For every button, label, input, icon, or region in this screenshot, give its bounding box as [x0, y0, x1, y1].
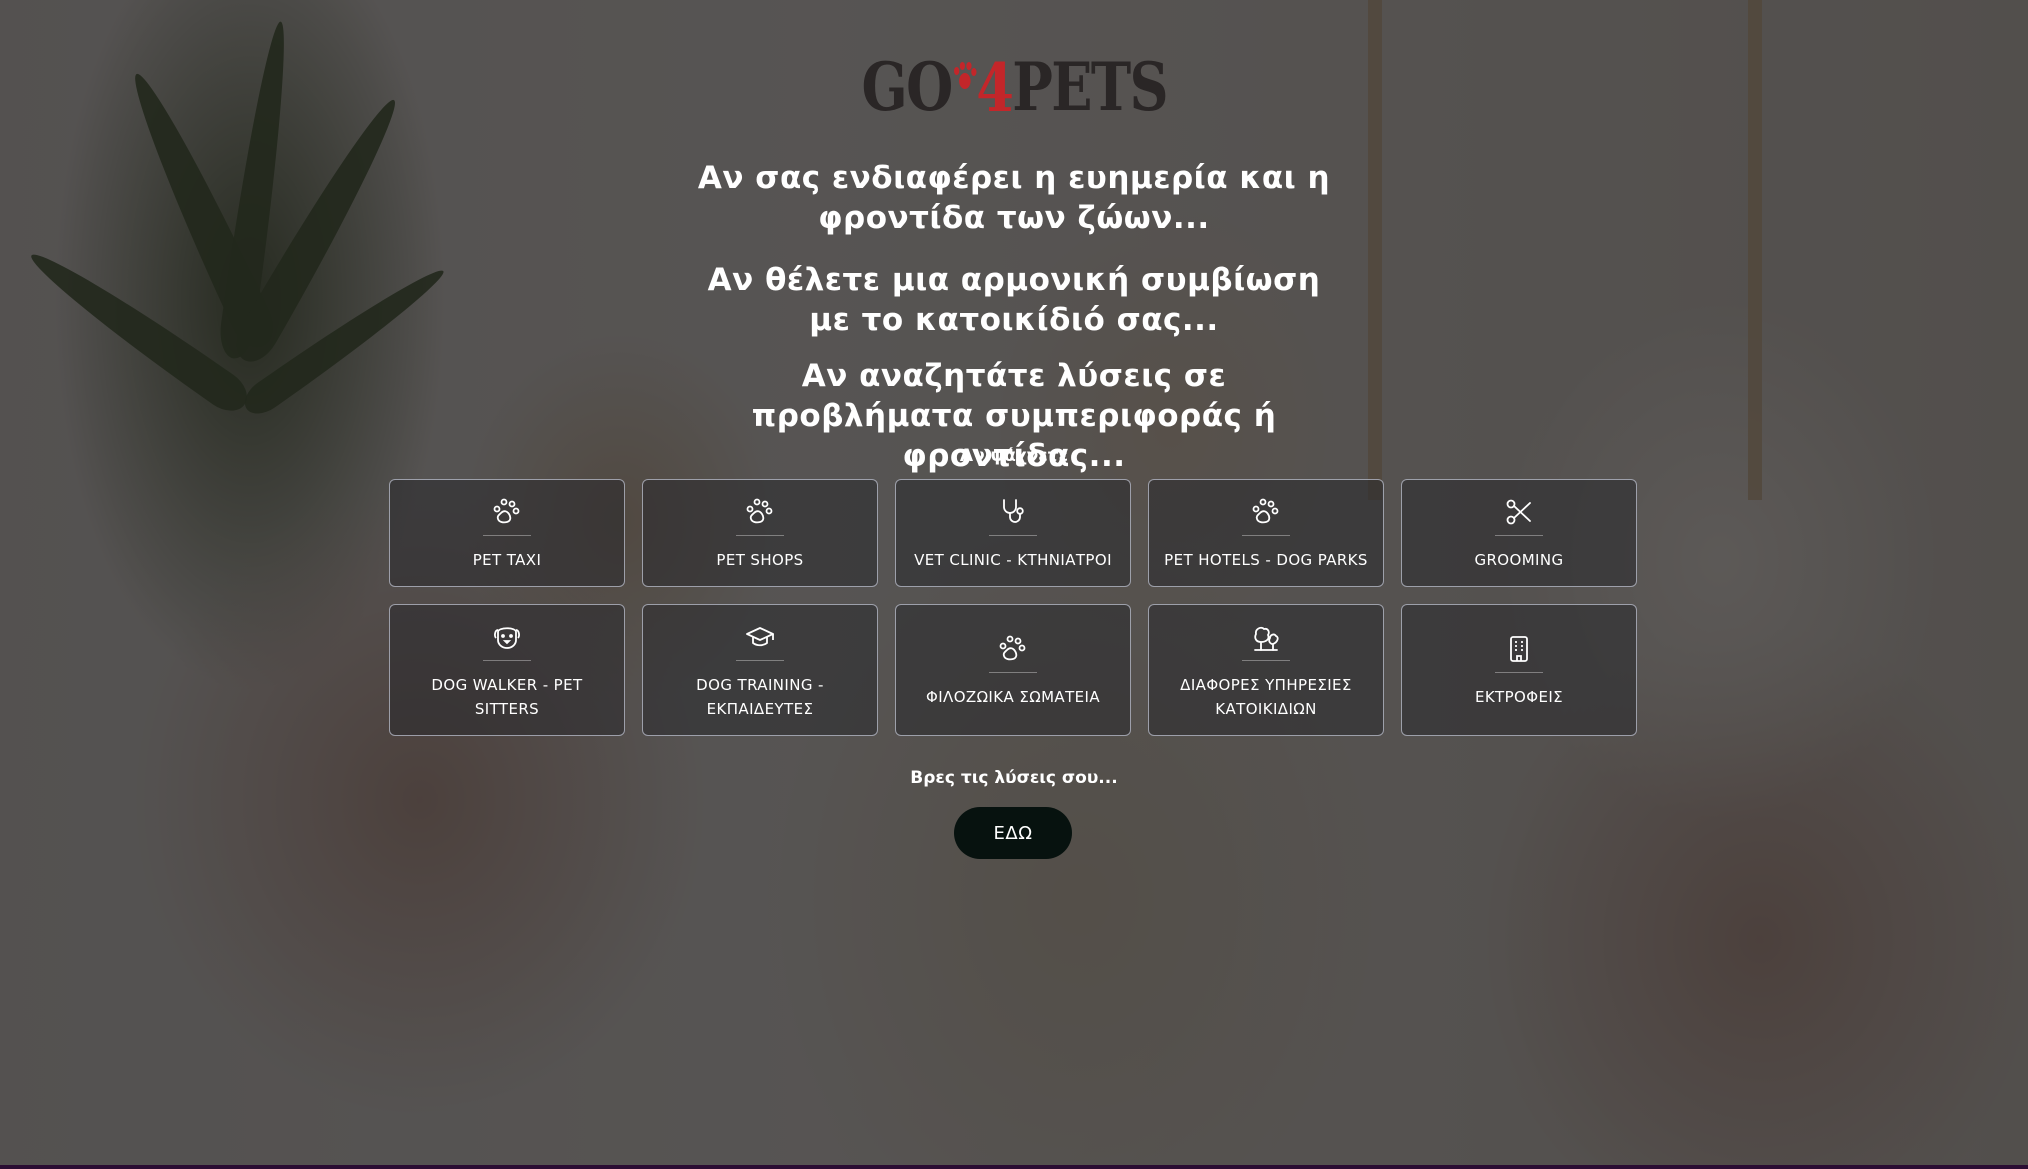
card-divider: [989, 671, 1037, 673]
category-card-dog-walker[interactable]: DOG WALKER - PET SITTERS: [389, 604, 625, 736]
search-label: Αν ψάχνετε: [959, 446, 1069, 466]
card-divider: [483, 659, 531, 661]
card-divider: [483, 534, 531, 536]
card-divider: [1495, 671, 1543, 673]
category-card-breeders[interactable]: ΕΚΤΡΟΦΕΙΣ: [1401, 604, 1637, 736]
hero-line-2: Αν θέλετε μια αρμονική συμβίωση με το κα…: [707, 262, 1321, 338]
category-label: ΕΚΤΡΟΦΕΙΣ: [1474, 687, 1564, 706]
paw-icon: [743, 495, 777, 529]
find-solutions-button[interactable]: ΕΔΩ: [954, 807, 1072, 859]
bottom-border: [0, 1165, 2028, 1169]
building-icon: [1502, 632, 1536, 666]
category-label: PET HOTELS - DOG PARKS: [1164, 550, 1368, 569]
category-label: PET TAXI: [472, 550, 542, 569]
logo-text-pets: PETS: [1011, 48, 1168, 126]
trees-icon: [1249, 620, 1283, 654]
category-label: ΦΙΛΟΖΩΙΚΑ ΣΩΜΑΤΕΙΑ: [926, 687, 1100, 706]
category-label: VET CLINIC - ΚΤΗΝΙΑΤΡΟΙ: [914, 550, 1112, 569]
category-label: GROOMING: [1474, 550, 1564, 569]
category-card-grooming[interactable]: GROOMING: [1401, 479, 1637, 587]
category-label: DOG TRAINING - ΕΚΠΑΙΔΕΥΤΕΣ: [696, 675, 824, 718]
dog-face-icon: [490, 620, 524, 654]
hero-line-1: Αν σας ενδιαφέρει η ευημερία και η φροντ…: [697, 160, 1331, 236]
category-label: DOG WALKER - PET SITTERS: [431, 675, 583, 718]
category-grid-row-1: PET TAXI PET SHOPS VET CLINIC - ΚΤΗΝΙΑΤΡ…: [389, 479, 1639, 587]
category-label: PET SHOPS: [716, 550, 804, 569]
card-divider: [1495, 534, 1543, 536]
card-divider: [736, 534, 784, 536]
card-divider: [989, 534, 1037, 536]
graduation-cap-icon: [743, 620, 777, 654]
go4pets-logo[interactable]: GO 4 PETS: [861, 48, 1168, 126]
category-card-pet-taxi[interactable]: PET TAXI: [389, 479, 625, 587]
logo-text-go: GO: [861, 48, 953, 126]
category-label: ΔΙΑΦΟΡΕΣ ΥΠΗΡΕΣΙΕΣ ΚΑΤΟΙΚΙΔΙΩΝ: [1180, 675, 1352, 718]
category-grid-row-2: DOG WALKER - PET SITTERS DOG TRAINING - …: [389, 604, 1639, 736]
category-card-animal-societies[interactable]: ΦΙΛΟΖΩΙΚΑ ΣΩΜΑΤΕΙΑ: [895, 604, 1131, 736]
landing-page: GO 4 PETS Αν σας ενδιαφέρει η ευημερία κ…: [0, 0, 2028, 1169]
category-card-pet-hotels[interactable]: PET HOTELS - DOG PARKS: [1148, 479, 1384, 587]
category-card-dog-training[interactable]: DOG TRAINING - ΕΚΠΑΙΔΕΥΤΕΣ: [642, 604, 878, 736]
stethoscope-icon: [996, 495, 1030, 529]
category-card-various-services[interactable]: ΔΙΑΦΟΡΕΣ ΥΠΗΡΕΣΙΕΣ ΚΑΤΟΙΚΙΔΙΩΝ: [1148, 604, 1384, 736]
paw-icon: [490, 495, 524, 529]
card-divider: [1242, 534, 1290, 536]
category-card-pet-shops[interactable]: PET SHOPS: [642, 479, 878, 587]
cta-text: Βρες τις λύσεις σου...: [910, 768, 1118, 788]
paw-icon: [996, 632, 1030, 666]
card-divider: [736, 659, 784, 661]
scissors-icon: [1502, 495, 1536, 529]
category-card-vet-clinic[interactable]: VET CLINIC - ΚΤΗΝΙΑΤΡΟΙ: [895, 479, 1131, 587]
card-divider: [1242, 659, 1290, 661]
paw-icon: [1249, 495, 1283, 529]
logo-text-four: 4: [951, 51, 1014, 123]
paw-icon: [946, 51, 982, 111]
